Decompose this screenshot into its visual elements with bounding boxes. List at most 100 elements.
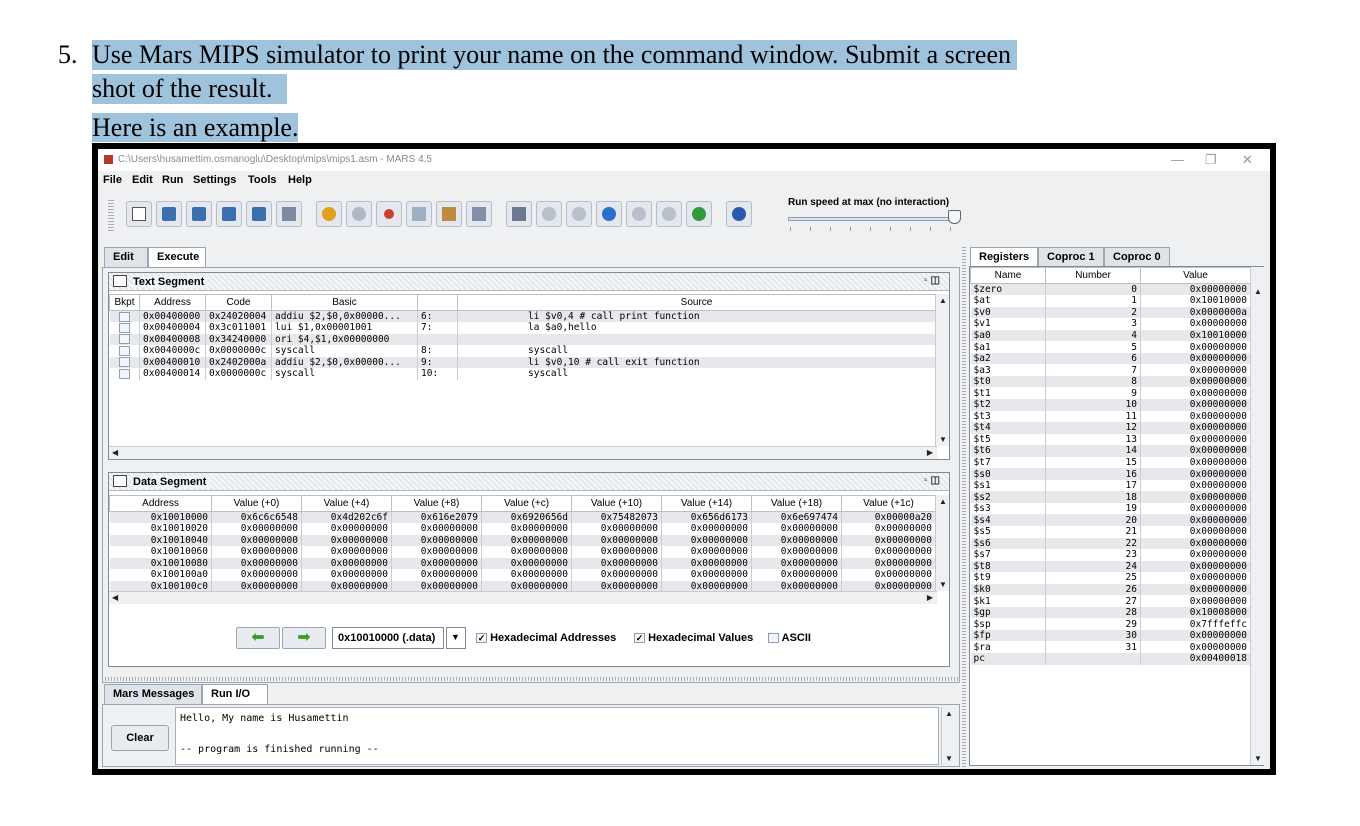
data-col-header[interactable]: Value (+14) xyxy=(661,495,752,512)
breakpoint-checkbox[interactable] xyxy=(109,322,140,334)
new-file-icon[interactable] xyxy=(126,201,152,227)
text-segment-hscroll[interactable]: ◀ ▶ xyxy=(109,446,937,459)
tab-coproc-0[interactable]: Coproc 0 xyxy=(1104,247,1170,267)
data-col-header[interactable]: Value (+c) xyxy=(481,495,572,512)
scroll-left-icon[interactable]: ◀ xyxy=(112,448,118,457)
register-row[interactable]: $t5 13 0x00000000 xyxy=(970,433,1251,446)
data-col-header[interactable]: Value (+0) xyxy=(211,495,302,512)
pause-icon[interactable] xyxy=(626,201,652,227)
run-speed-track[interactable] xyxy=(788,217,958,221)
register-row[interactable]: $t8 24 0x00000000 xyxy=(970,560,1251,573)
toolbar-grip[interactable] xyxy=(108,199,114,231)
table-row[interactable]: 0x00400004 0x3c011001 lui $1,0x00001001 7: l… xyxy=(109,322,936,334)
data-col-header[interactable]: Value (+8) xyxy=(391,495,482,512)
checkbox-checked-icon[interactable]: ✓ xyxy=(476,633,487,644)
data-col-header[interactable]: Value (+4) xyxy=(301,495,392,512)
col-reg-name[interactable]: Name xyxy=(970,267,1046,284)
register-row[interactable]: $a1 5 0x00000000 xyxy=(970,341,1251,353)
register-row[interactable]: $a2 6 0x00000000 xyxy=(970,352,1251,365)
registers-vscroll[interactable]: ▲ ▼ xyxy=(1250,267,1264,765)
data-col-header[interactable]: Address xyxy=(109,495,212,512)
assemble-icon[interactable] xyxy=(506,201,532,227)
register-row[interactable]: $s4 20 0x00000000 xyxy=(970,514,1251,526)
register-row[interactable]: $s0 16 0x00000000 xyxy=(970,468,1251,480)
table-row[interactable]: 0x10010020 0x00000000 0x00000000 0x00000000… xyxy=(109,523,936,535)
save-as-icon[interactable] xyxy=(216,201,242,227)
scroll-right-icon[interactable]: ▶ xyxy=(927,593,933,602)
register-row[interactable]: $t0 8 0x00000000 xyxy=(970,375,1251,388)
tab-edit[interactable]: Edit xyxy=(104,247,148,267)
table-row[interactable]: 0x00400000 0x24020004 addiu $2,$0,0x00000.… xyxy=(109,310,936,322)
register-row[interactable]: $a3 7 0x00000000 xyxy=(970,364,1251,376)
clear-button[interactable]: Clear xyxy=(111,725,169,751)
checkbox-checked-icon[interactable]: ✓ xyxy=(634,633,645,644)
register-row[interactable]: $s1 17 0x00000000 xyxy=(970,479,1251,492)
scroll-up-icon[interactable]: ▲ xyxy=(1254,287,1262,296)
register-row[interactable]: $s7 23 0x00000000 xyxy=(970,549,1251,561)
register-row[interactable]: $sp 29 0x7fffeffc xyxy=(970,618,1251,630)
help-icon[interactable] xyxy=(726,201,752,227)
data-col-header[interactable]: Value (+1c) xyxy=(841,495,936,512)
checkbox-unchecked-icon[interactable] xyxy=(118,311,130,322)
col-basic[interactable]: Basic xyxy=(271,294,418,311)
copy-icon[interactable] xyxy=(406,201,432,227)
register-row[interactable]: $s3 19 0x00000000 xyxy=(970,502,1251,515)
run-icon[interactable] xyxy=(536,201,562,227)
step-icon[interactable] xyxy=(566,201,592,227)
tab-execute[interactable]: Execute xyxy=(148,247,206,267)
table-row[interactable]: 0x10010040 0x00000000 0x00000000 0x00000000… xyxy=(109,534,936,546)
col-reg-number[interactable]: Number xyxy=(1045,267,1141,284)
next-arrow-icon[interactable]: ➡ xyxy=(282,627,326,649)
checkbox-unchecked-icon[interactable] xyxy=(118,322,130,333)
run-io-output[interactable]: Hello, My name is Husamettin -- program … xyxy=(175,707,939,765)
menu-run[interactable]: Run xyxy=(162,174,183,186)
menu-help[interactable]: Help xyxy=(288,174,312,186)
scroll-up-icon[interactable]: ▲ xyxy=(939,296,947,305)
col-line[interactable] xyxy=(417,294,458,311)
find-replace-icon[interactable] xyxy=(466,201,492,227)
register-row[interactable]: $zero 0 0x00000000 xyxy=(970,283,1251,296)
register-row[interactable]: $fp 30 0x00000000 xyxy=(970,629,1251,642)
table-row[interactable]: 0x10010000 0x6c6c6548 0x4d202c6f 0x616e2079… xyxy=(109,511,936,523)
table-row[interactable]: 0x0040000c 0x0000000c syscall 8: syscall xyxy=(109,345,936,357)
register-row[interactable]: $t9 25 0x00000000 xyxy=(970,572,1251,584)
scroll-left-icon[interactable]: ◀ xyxy=(112,593,118,602)
data-segment-hscroll[interactable]: ◀ ▶ xyxy=(109,591,937,604)
scroll-down-icon[interactable]: ▼ xyxy=(1254,754,1262,763)
open-file-icon[interactable] xyxy=(156,201,182,227)
redo-icon[interactable] xyxy=(346,201,372,227)
checkbox-unchecked-icon[interactable] xyxy=(768,633,779,644)
register-row[interactable]: $s6 22 0x00000000 xyxy=(970,537,1251,550)
run-speed-slider-thumb[interactable] xyxy=(948,210,961,224)
maximize-panel-icon[interactable]: ▫◫ xyxy=(924,275,943,286)
menu-file[interactable]: File xyxy=(103,174,122,186)
register-row[interactable]: $t1 9 0x00000000 xyxy=(970,387,1251,399)
maximize-button[interactable]: ❐ xyxy=(1205,152,1217,168)
close-button[interactable]: ✕ xyxy=(1242,152,1253,168)
data-col-header[interactable]: Value (+10) xyxy=(571,495,662,512)
register-row[interactable]: $v1 3 0x00000000 xyxy=(970,318,1251,330)
register-row[interactable]: $t6 14 0x00000000 xyxy=(970,445,1251,457)
cut-icon[interactable] xyxy=(376,201,402,227)
col-reg-value[interactable]: Value xyxy=(1140,267,1251,284)
scroll-down-icon[interactable]: ▼ xyxy=(939,435,947,444)
scroll-up-icon[interactable]: ▲ xyxy=(945,709,953,718)
register-row[interactable]: $k1 27 0x00000000 xyxy=(970,595,1251,607)
breakpoint-checkbox[interactable] xyxy=(109,310,140,322)
scroll-up-icon[interactable]: ▲ xyxy=(939,497,947,506)
checkbox-unchecked-icon[interactable] xyxy=(118,345,130,356)
text-segment-vscroll[interactable]: ▲ ▼ xyxy=(935,294,949,446)
previous-arrow-icon[interactable]: ⬅ xyxy=(236,627,280,649)
data-col-header[interactable]: Value (+18) xyxy=(751,495,842,512)
breakpoint-checkbox[interactable] xyxy=(109,368,140,380)
save-icon[interactable] xyxy=(186,201,212,227)
register-row[interactable]: $t3 11 0x00000000 xyxy=(970,410,1251,423)
dump-memory-icon[interactable] xyxy=(246,201,272,227)
tab-run-io[interactable]: Run I/O xyxy=(202,684,268,704)
ascii-checkbox[interactable]: ASCII xyxy=(768,632,811,644)
register-row[interactable]: $a0 4 0x10010000 xyxy=(970,329,1251,342)
register-row[interactable]: pc 0x00400018 xyxy=(970,653,1251,665)
tab-coproc-1[interactable]: Coproc 1 xyxy=(1038,247,1104,267)
checkbox-unchecked-icon[interactable] xyxy=(118,357,130,368)
breakpoint-checkbox[interactable] xyxy=(109,333,140,345)
